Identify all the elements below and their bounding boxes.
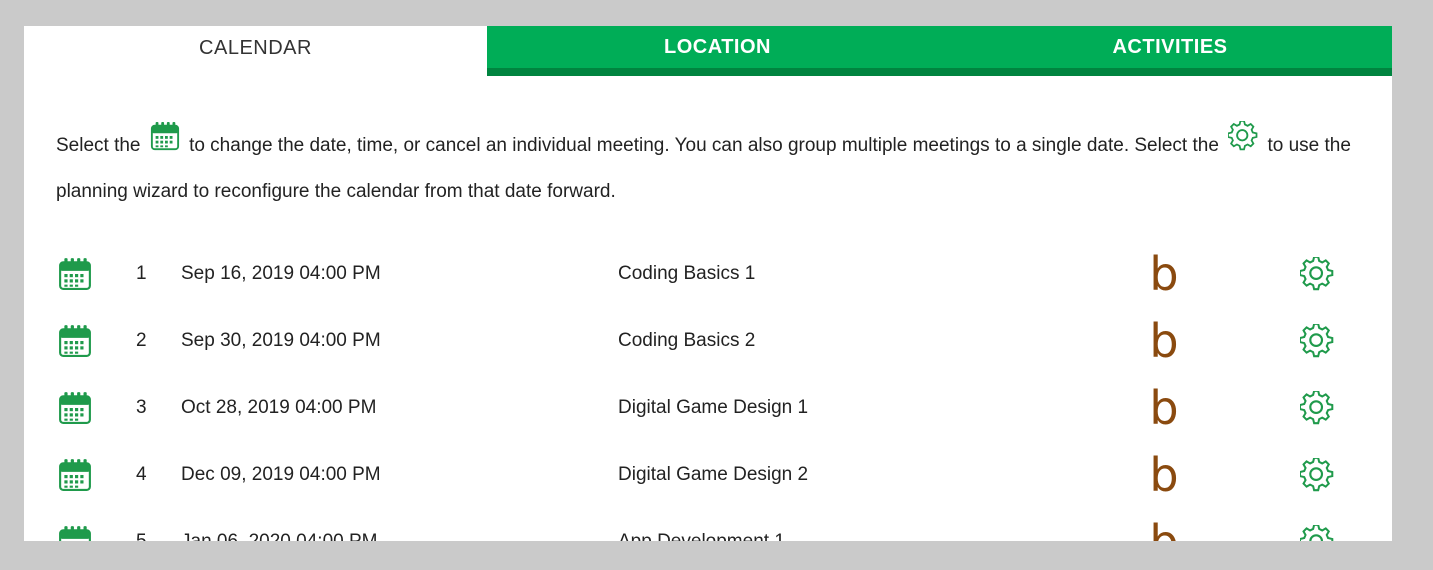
instructions-part-2: to change the date, time, or cancel an i… <box>189 135 1219 157</box>
calendar-panel: CALENDAR LOCATION ACTIVITIES Select the … <box>24 26 1392 541</box>
meeting-datetime: Oct 28, 2019 04:00 PM <box>181 396 377 418</box>
meeting-title: Coding Basics 2 <box>618 329 756 351</box>
meeting-title: App Development 1 <box>618 530 785 542</box>
meeting-datetime: Jan 06, 2020 04:00 PM <box>181 530 378 542</box>
gear-icon[interactable] <box>1297 307 1337 374</box>
meeting-mark: b <box>1144 508 1184 542</box>
gear-icon[interactable] <box>1297 240 1337 307</box>
meeting-datetime: Sep 30, 2019 04:00 PM <box>181 329 381 351</box>
meeting-number: 4 <box>136 463 147 485</box>
meeting-row: 5 Jan 06, 2020 04:00 PM App Development … <box>24 508 1392 541</box>
calendar-icon[interactable] <box>58 374 98 441</box>
meeting-row: 2 Sep 30, 2019 04:00 PM Coding Basics 2 … <box>24 307 1392 374</box>
meeting-mark: b <box>1149 313 1179 368</box>
meeting-row: 4 Dec 09, 2019 04:00 PM Digital Game Des… <box>24 441 1392 508</box>
meeting-title: Digital Game Design 1 <box>618 396 809 418</box>
meeting-mark: b <box>1149 246 1179 301</box>
tab-calendar[interactable]: CALENDAR <box>24 26 487 70</box>
meeting-number: 1 <box>136 262 147 284</box>
meeting-datetime: Sep 16, 2019 04:00 PM <box>181 262 381 284</box>
meeting-mark: b <box>1149 380 1179 435</box>
instructions-part-1: Select the <box>56 135 141 157</box>
gear-icon <box>1227 119 1258 167</box>
gear-icon[interactable] <box>1297 441 1337 508</box>
gear-icon[interactable] <box>1297 508 1337 541</box>
calendar-icon[interactable] <box>58 508 98 541</box>
meeting-title: Coding Basics 1 <box>618 262 756 284</box>
meeting-number: 2 <box>136 329 147 351</box>
meeting-number: 5 <box>136 530 147 542</box>
gear-icon[interactable] <box>1297 374 1337 441</box>
tab-bar: CALENDAR LOCATION ACTIVITIES <box>24 26 1392 76</box>
tab-location[interactable]: LOCATION <box>487 26 948 76</box>
calendar-icon <box>150 120 180 168</box>
meeting-number: 3 <box>136 396 147 418</box>
meeting-datetime: Dec 09, 2019 04:00 PM <box>181 463 381 485</box>
calendar-icon[interactable] <box>58 441 98 508</box>
tab-activities[interactable]: ACTIVITIES <box>948 26 1392 76</box>
meeting-title: Digital Game Design 2 <box>618 463 809 485</box>
meeting-mark: b <box>1149 447 1179 502</box>
calendar-icon[interactable] <box>58 307 98 374</box>
instructions-text: Select the to change the date, time, or … <box>56 119 1376 213</box>
calendar-icon[interactable] <box>58 240 98 307</box>
meeting-row: 3 Oct 28, 2019 04:00 PM Digital Game Des… <box>24 374 1392 441</box>
meeting-row: 1 Sep 16, 2019 04:00 PM Coding Basics 1 … <box>24 240 1392 307</box>
